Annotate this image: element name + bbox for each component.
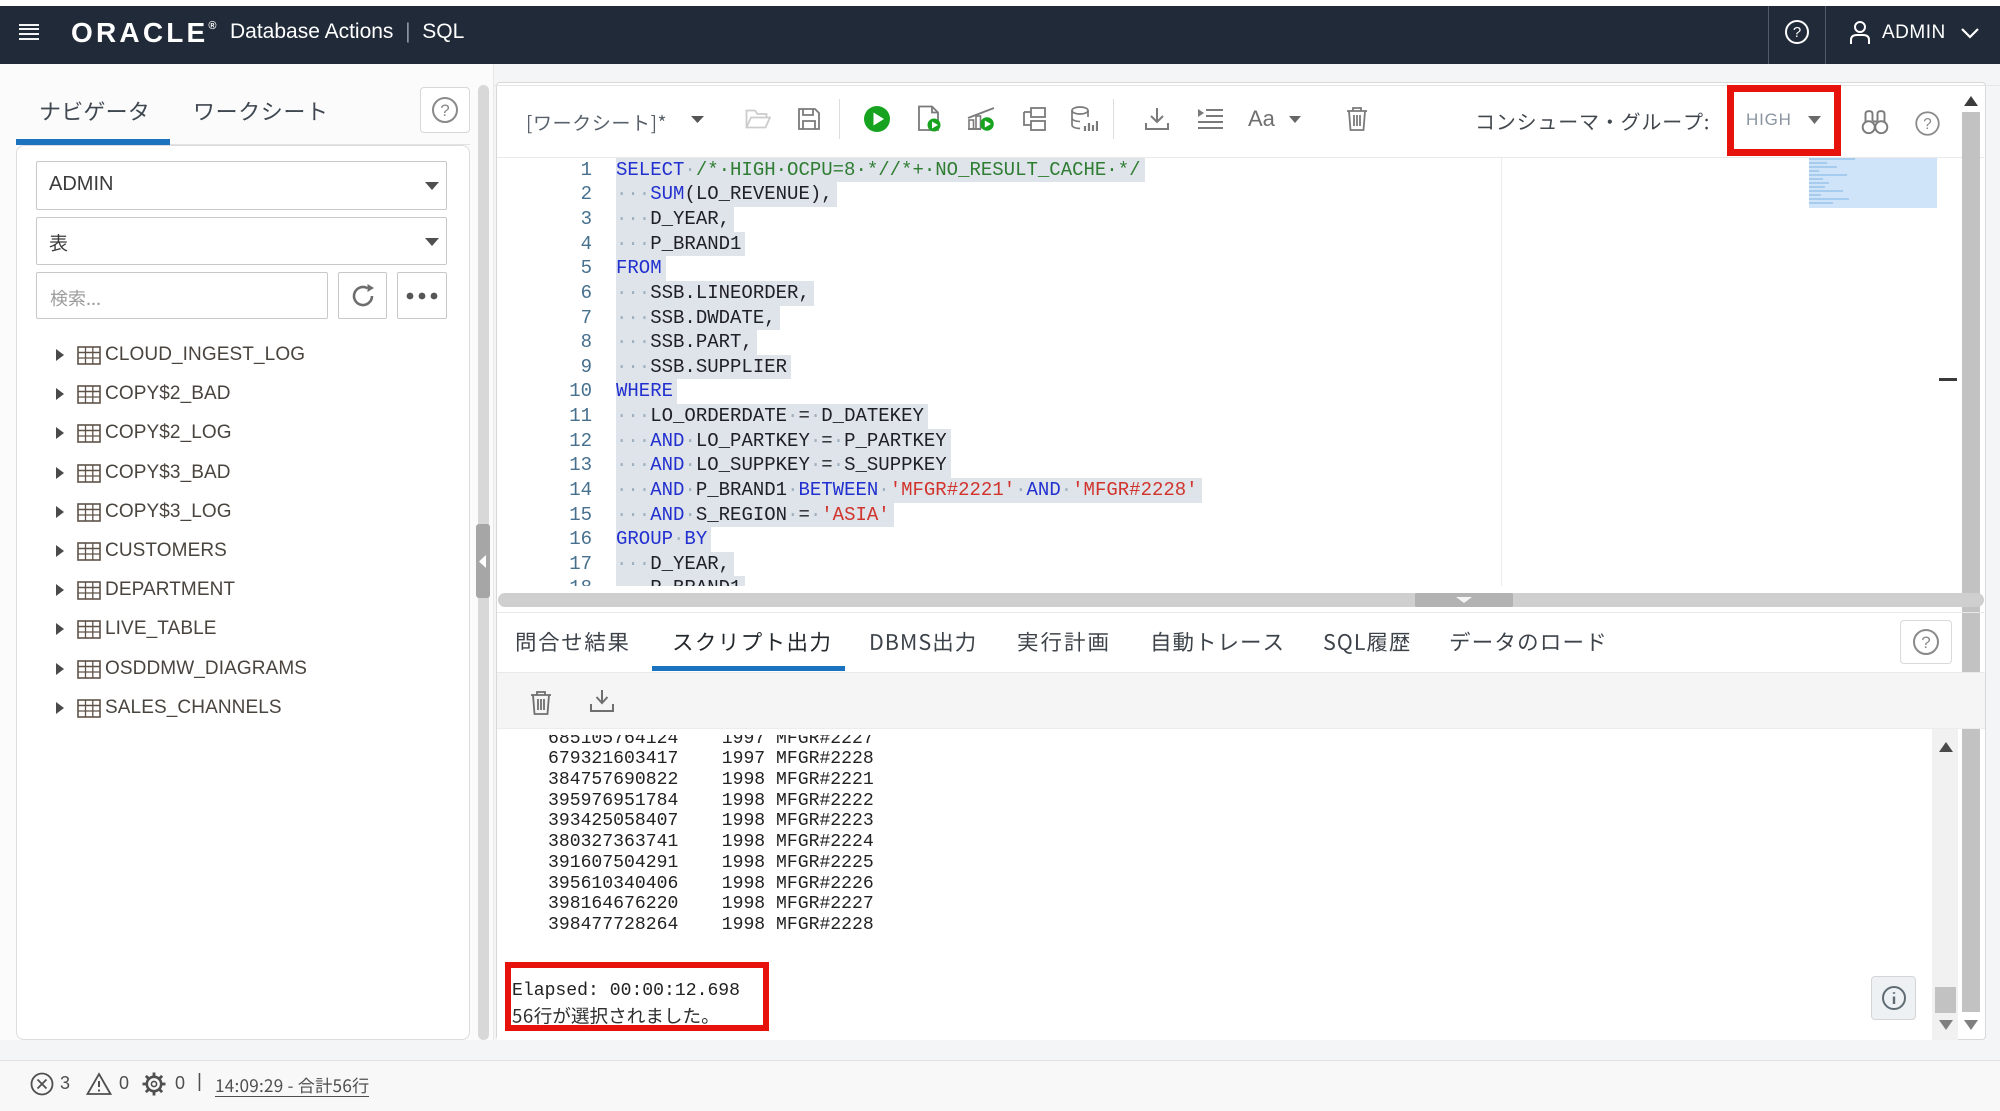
svg-text:?: ? [1793,24,1801,41]
svg-text:?: ? [1923,116,1932,133]
svg-text:?: ? [440,101,449,120]
svg-text:?: ? [1921,633,1930,652]
